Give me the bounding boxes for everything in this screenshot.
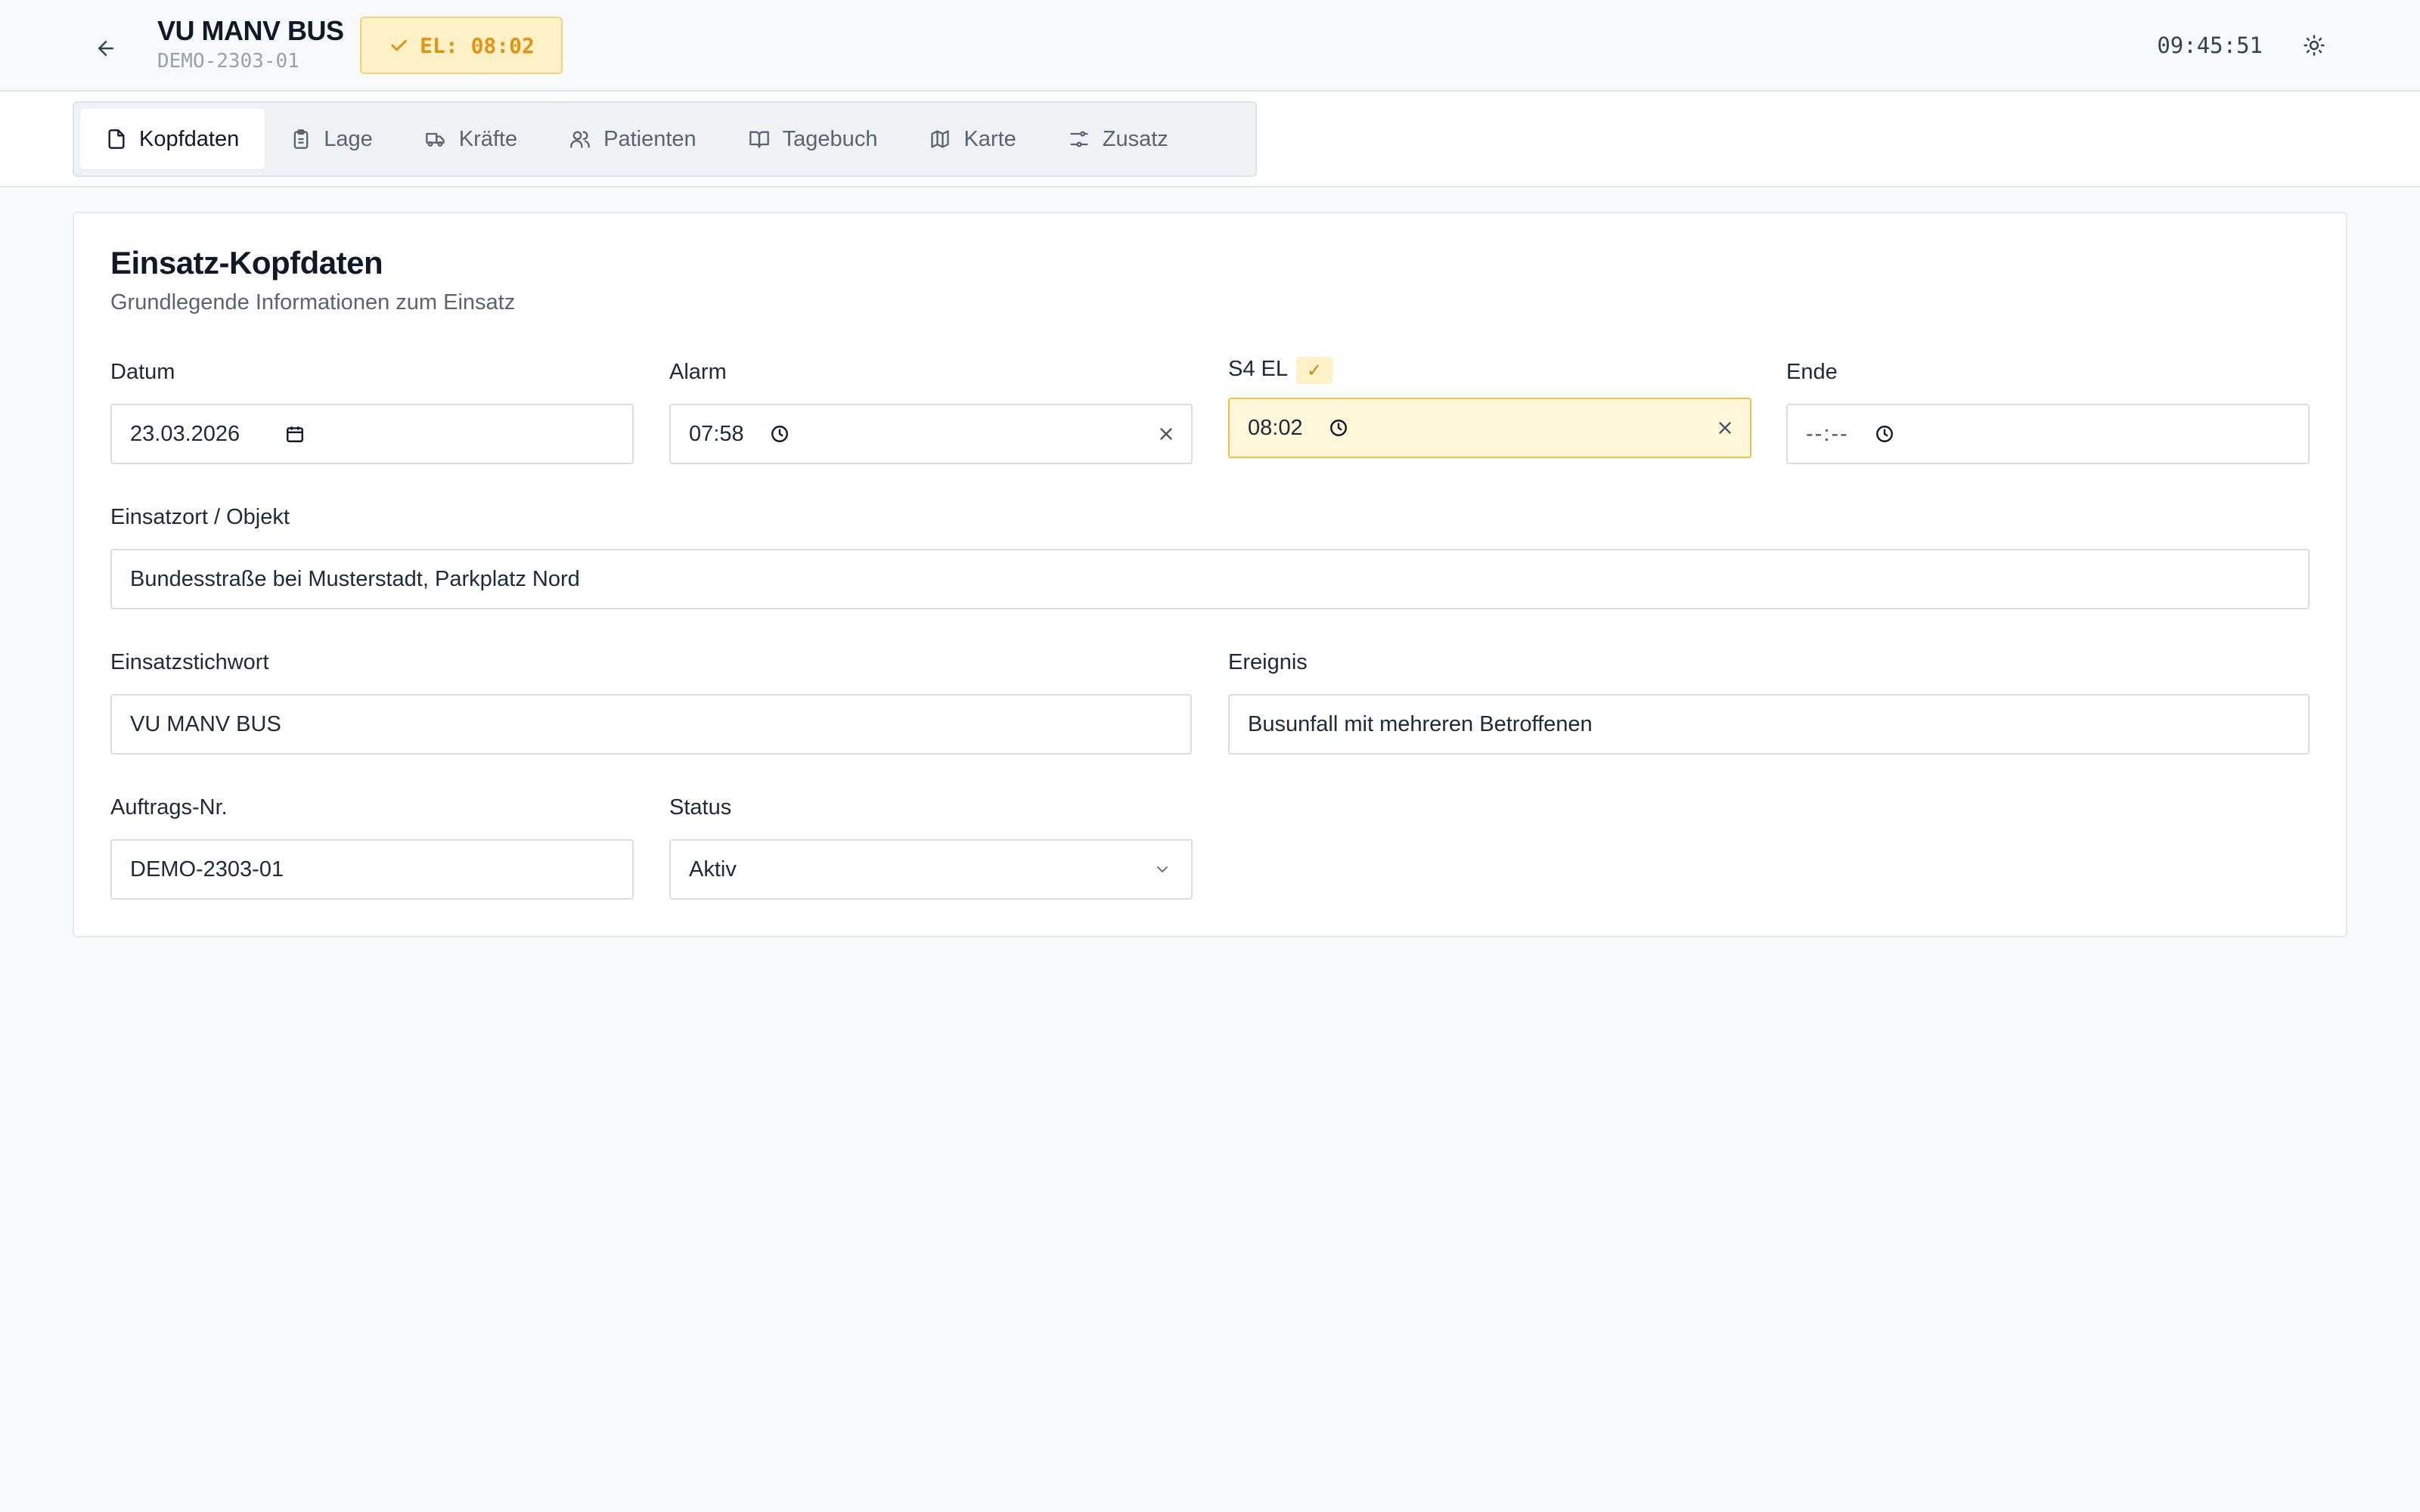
s4el-value: 08:02 [1248, 415, 1303, 440]
s4el-label: S4 EL [1228, 357, 1288, 381]
clock-icon [1329, 420, 1347, 436]
auftrag-input[interactable]: DEMO-2303-01 [110, 839, 634, 900]
alarm-value: 07:58 [689, 421, 744, 446]
tab-kraefte[interactable]: Kräfte [399, 109, 543, 169]
ereignis-input[interactable]: Busunfall mit mehreren Betroffenen [1228, 694, 2310, 754]
theme-toggle-button[interactable] [2296, 27, 2332, 64]
ende-input[interactable]: --:-- [1786, 404, 2310, 464]
datum-value: 23.03.2026 [130, 421, 240, 446]
alarm-clear-button[interactable] [1156, 424, 1176, 444]
stichwort-label: Einsatzstichwort [110, 650, 269, 674]
tab-karte[interactable]: Karte [903, 109, 1041, 169]
clock: 09:45:51 [2157, 33, 2263, 58]
ereignis-value: Busunfall mit mehreren Betroffenen [1248, 711, 1593, 736]
file-icon [108, 129, 125, 149]
tab-kopfdaten[interactable]: Kopfdaten [80, 109, 265, 169]
clock-icon [1876, 426, 1893, 442]
auftrag-label: Auftrags-Nr. [110, 795, 228, 820]
status-value: Aktiv [689, 857, 737, 881]
calendar-icon [287, 426, 304, 442]
el-status-badge: EL: 08:02 [360, 17, 563, 74]
s4el-time-picker[interactable] [1329, 418, 1348, 438]
tab-label: Patienten [603, 126, 697, 151]
status-select[interactable]: Aktiv [669, 839, 1193, 900]
status-dropdown-toggle[interactable] [1153, 860, 1171, 878]
tab-label: Kräfte [458, 126, 518, 151]
clipboard-icon [293, 129, 309, 149]
datum-input[interactable]: 23.03.2026 [110, 404, 634, 464]
map-icon [931, 130, 950, 148]
datum-label: Datum [110, 360, 175, 384]
ende-label: Ende [1786, 360, 1838, 384]
tab-lage[interactable]: Lage [265, 109, 399, 169]
stichwort-input[interactable]: VU MANV BUS [110, 694, 1192, 754]
tab-bar-container: Kopfdaten Lage Kräfte Patienten Tagebuch… [0, 92, 2420, 187]
book-open-icon [749, 131, 769, 148]
clock-icon [771, 426, 788, 442]
tab-patienten[interactable]: Patienten [543, 109, 722, 169]
close-icon [1719, 422, 1731, 434]
status-label: Status [669, 795, 732, 820]
einsatzort-label: Einsatzort / Objekt [110, 505, 290, 529]
tab-tagebuch[interactable]: Tagebuch [722, 109, 904, 169]
card-title: Einsatz-Kopfdaten [110, 245, 383, 280]
alarm-input[interactable]: 07:58 [669, 404, 1193, 464]
el-badge-text: EL: 08:02 [420, 33, 535, 58]
card-description: Grundlegende Informationen zum Einsatz [110, 290, 516, 314]
tab-label: Karte [963, 126, 1016, 151]
tab-label: Tagebuch [782, 126, 878, 151]
alarm-time-picker[interactable] [770, 424, 790, 444]
einsatzort-input[interactable]: Bundesstraße bei Musterstadt, Parkplatz … [110, 549, 2310, 609]
ende-time-picker[interactable] [1875, 424, 1894, 444]
alarm-label: Alarm [669, 360, 727, 384]
back-button[interactable] [88, 30, 124, 67]
arrow-left-icon [98, 41, 113, 56]
tab-zusatz[interactable]: Zusatz [1042, 109, 1194, 169]
stichwort-value: VU MANV BUS [130, 711, 281, 736]
ende-placeholder: --:-- [1806, 421, 1849, 446]
tab-label: Kopfdaten [139, 126, 240, 151]
s4el-clear-button[interactable] [1715, 418, 1735, 438]
truck-icon [425, 132, 445, 147]
einsatzort-value: Bundesstraße bei Musterstadt, Parkplatz … [130, 566, 580, 591]
check-icon [391, 39, 407, 51]
users-icon [570, 131, 590, 148]
s4el-input[interactable]: 08:02 [1228, 398, 1751, 458]
ereignis-label: Ereignis [1228, 650, 1308, 674]
tab-label: Lage [324, 126, 373, 151]
calendar-picker-button[interactable] [285, 424, 305, 444]
sun-icon [2304, 35, 2325, 56]
auftrag-value: DEMO-2303-01 [130, 857, 284, 881]
incident-id: DEMO-2303-01 [157, 50, 299, 73]
incident-title: VU MANV BUS [157, 15, 344, 46]
close-icon [1160, 428, 1172, 440]
app-header: VU MANV BUS DEMO-2303-01 EL: 08:02 09:45… [0, 0, 2420, 91]
sliders-icon [1070, 131, 1088, 147]
s4el-check-badge: ✓ [1296, 357, 1333, 384]
tab-bar: Kopfdaten Lage Kräfte Patienten Tagebuch… [73, 101, 1257, 177]
chevron-down-icon [1157, 866, 1168, 872]
tab-label: Zusatz [1102, 126, 1168, 151]
